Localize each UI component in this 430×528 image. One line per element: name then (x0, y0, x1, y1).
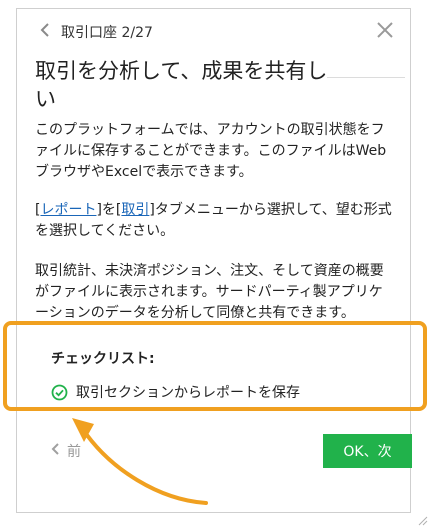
checklist-item: 取引セクションからレポートを保存 (51, 382, 300, 402)
trade-link[interactable]: 取引 (121, 202, 149, 218)
checklist-heading: チェックリスト: (51, 351, 155, 367)
close-icon[interactable] (376, 21, 394, 39)
tutorial-panel: 取引口座 2/27 取引を分析して、成果を共有し い このプラットフォームでは、… (16, 8, 412, 513)
checklist-item-label: 取引セクションからレポートを保存 (76, 385, 300, 401)
description-paragraph-3: 取引統計、未決済ポジション、注文、そして資産の概要がファイルに表示されます。サー… (35, 263, 384, 321)
description-paragraph-1: このプラットフォームでは、アカウントの取引状態をファイルに保存することができます… (35, 122, 387, 180)
title-overflow-line (327, 77, 405, 78)
reports-link[interactable]: レポート (40, 202, 96, 218)
page-title: 取引を分析して、成果を共有し (35, 59, 328, 83)
connector-text: ]を[ (96, 202, 122, 218)
ok-next-button[interactable]: OK、次 (323, 434, 412, 468)
chevron-left-icon (51, 443, 59, 459)
resize-grip-icon[interactable] (416, 514, 428, 526)
check-circle-icon (51, 384, 68, 401)
prev-button-label: 前 (67, 444, 81, 460)
description-paragraph-2: [レポート]を[取引]タブメニューから選択して、望む形式を選択してください。 (35, 200, 395, 242)
prev-button[interactable]: 前 (51, 441, 81, 461)
back-chevron-icon[interactable] (37, 20, 53, 40)
step-counter: 取引口座 2/27 (61, 25, 153, 41)
page-title-continuation: い (35, 87, 56, 111)
